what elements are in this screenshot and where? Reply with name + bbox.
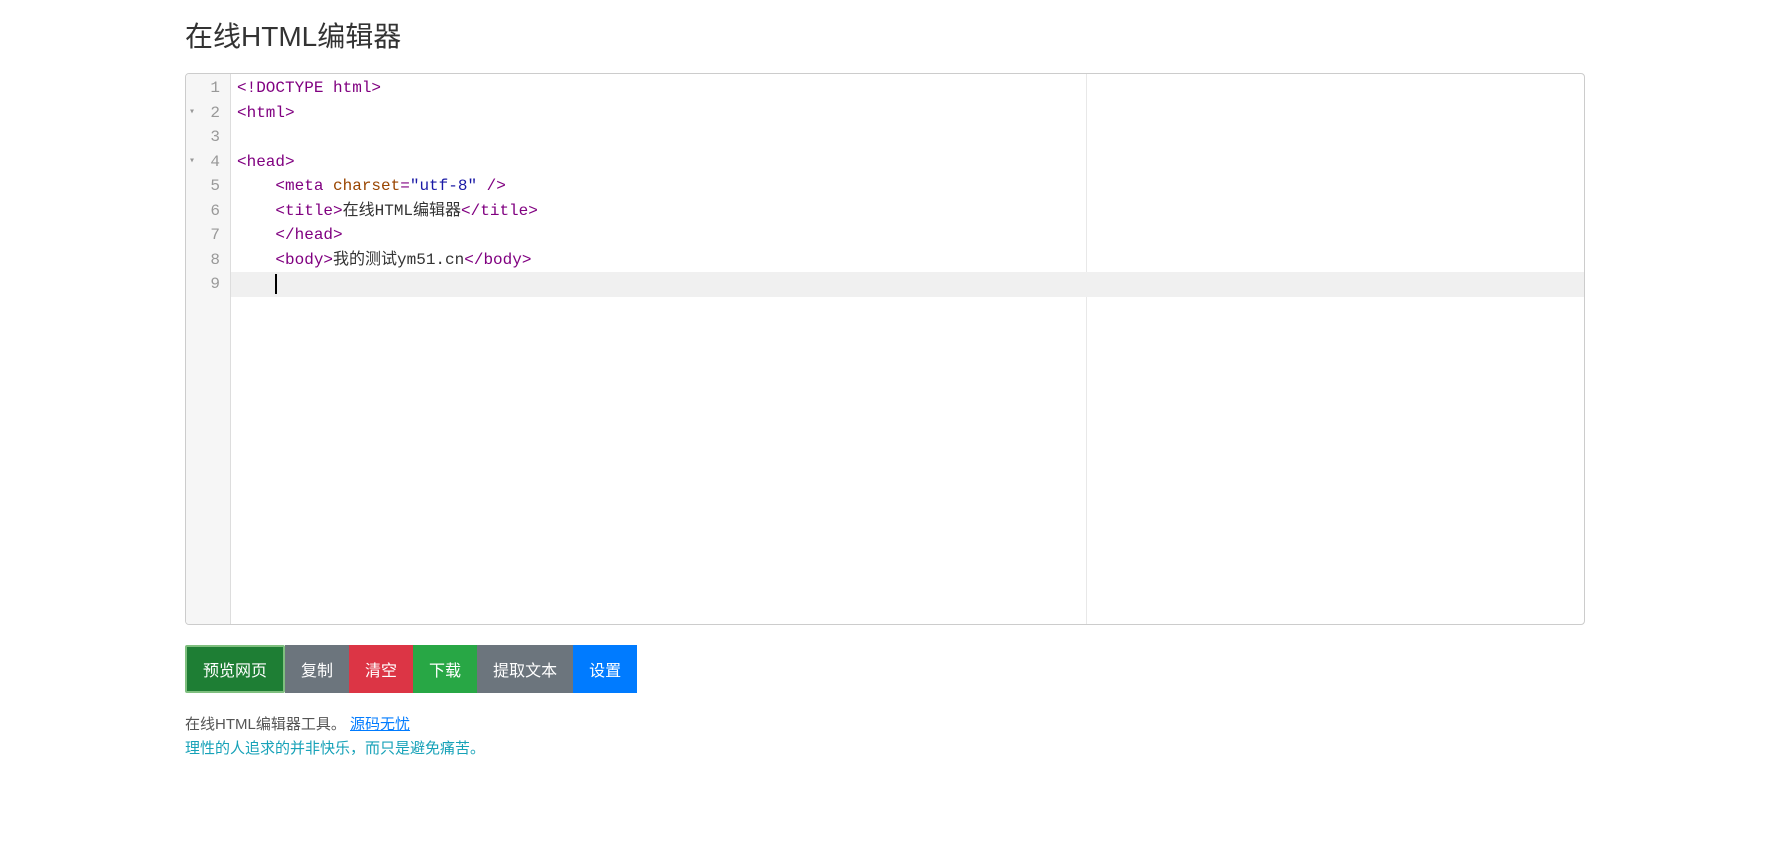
cursor xyxy=(275,274,277,294)
code-token: /> xyxy=(477,177,506,195)
code-line[interactable] xyxy=(231,272,1584,297)
line-gutter: 12▾34▾56789 xyxy=(186,74,231,624)
code-area[interactable]: <!DOCTYPE html> <html> <head> <meta charse… xyxy=(231,74,1584,624)
code-token: </body> xyxy=(464,251,531,269)
code-line[interactable]: </head> xyxy=(237,223,1578,248)
code-token: </head> xyxy=(275,226,342,244)
code-token: <head> xyxy=(237,153,295,171)
page-title: 在线HTML编辑器 xyxy=(185,15,1585,55)
code-line[interactable] xyxy=(237,125,1578,150)
line-number: 5 xyxy=(186,174,230,199)
code-token: <meta xyxy=(275,177,333,195)
code-token: 我的测试ym51.cn xyxy=(333,251,464,269)
extract-text-button[interactable]: 提取文本 xyxy=(477,645,573,693)
code-token: <title> xyxy=(275,202,342,220)
line-number: 7 xyxy=(186,223,230,248)
fold-marker-icon[interactable]: ▾ xyxy=(189,150,195,175)
code-line[interactable]: <meta charset="utf-8" /> xyxy=(237,174,1578,199)
line-number: 6 xyxy=(186,199,230,224)
code-line[interactable]: <head> xyxy=(237,150,1578,175)
footer-description: 在线HTML编辑器工具。 xyxy=(185,716,346,733)
code-token: 在线HTML编辑器 xyxy=(343,202,461,220)
line-number: 1 xyxy=(186,76,230,101)
code-line[interactable]: <!DOCTYPE html> xyxy=(237,76,1578,101)
clear-button[interactable]: 清空 xyxy=(349,645,413,693)
fold-marker-icon[interactable]: ▾ xyxy=(189,101,195,126)
footer: 在线HTML编辑器工具。 源码无忧 理性的人追求的并非快乐，而只是避免痛苦。 xyxy=(185,713,1585,761)
footer-quote: 理性的人追求的并非快乐，而只是避免痛苦。 xyxy=(185,740,485,757)
toolbar: 预览网页 复制 清空 下载 提取文本 设置 xyxy=(185,645,1585,693)
code-editor[interactable]: 12▾34▾56789 <!DOCTYPE html> <html> <head> … xyxy=(185,73,1585,625)
code-token: <!DOCTYPE html> xyxy=(237,79,381,97)
code-token: charset xyxy=(333,177,400,195)
code-token: = xyxy=(400,177,410,195)
code-token: </title> xyxy=(461,202,538,220)
code-line[interactable]: <html> xyxy=(237,101,1578,126)
code-token: "utf-8" xyxy=(410,177,477,195)
copy-button[interactable]: 复制 xyxy=(285,645,349,693)
line-number: 3 xyxy=(186,125,230,150)
line-number: 8 xyxy=(186,248,230,273)
code-token: <html> xyxy=(237,104,295,122)
line-number: 9 xyxy=(186,272,230,297)
settings-button[interactable]: 设置 xyxy=(573,645,637,693)
source-link[interactable]: 源码无忧 xyxy=(350,716,410,733)
code-line[interactable]: <body>我的测试ym51.cn</body> xyxy=(237,248,1578,273)
download-button[interactable]: 下载 xyxy=(413,645,477,693)
preview-button[interactable]: 预览网页 xyxy=(185,645,285,693)
line-number: 2▾ xyxy=(186,101,230,126)
code-token: <body> xyxy=(275,251,333,269)
line-number: 4▾ xyxy=(186,150,230,175)
code-line[interactable]: <title>在线HTML编辑器</title> xyxy=(237,199,1578,224)
